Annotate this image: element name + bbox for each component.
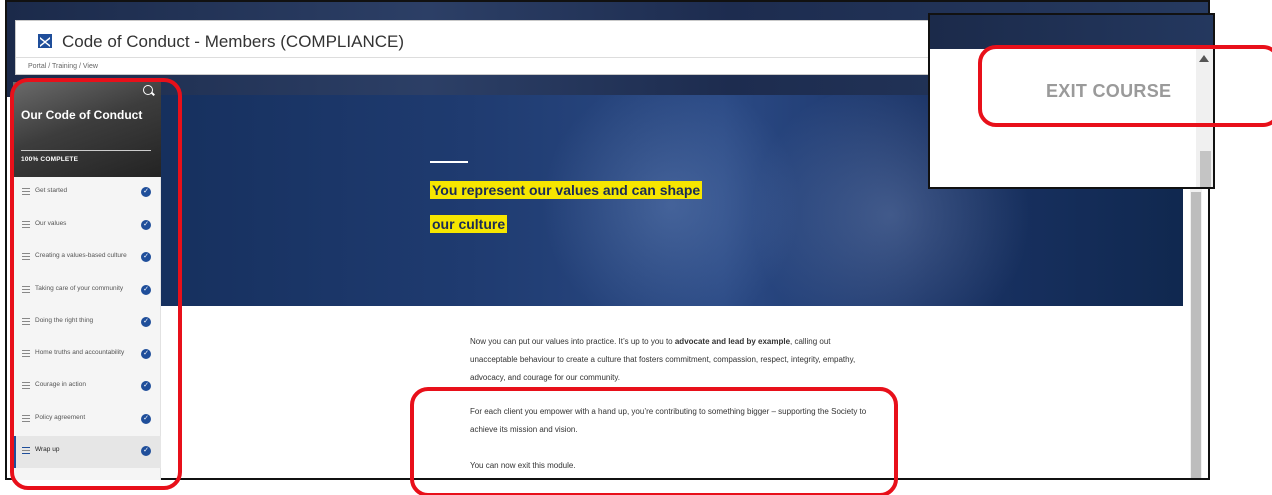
paragraph-emphasis: advocate and lead by example bbox=[674, 337, 791, 346]
inset-scrollbar-thumb[interactable] bbox=[1200, 151, 1211, 187]
hero-accent-line bbox=[430, 161, 468, 163]
title-bar: Code of Conduct - Members (COMPLIANCE) P… bbox=[15, 20, 1015, 75]
body-paragraph-1: Now you can put our values into practice… bbox=[470, 333, 880, 387]
paragraph-text: Now you can put our values into practice… bbox=[470, 337, 675, 346]
title-divider bbox=[16, 57, 1014, 58]
app-logo-icon bbox=[38, 34, 52, 48]
annotation-highlight-sidebar bbox=[10, 78, 182, 490]
hero-heading-line2: our culture bbox=[430, 215, 508, 233]
screenshot-stage: Code of Conduct - Members (COMPLIANCE) P… bbox=[0, 0, 1272, 495]
inset-header-background bbox=[930, 15, 1213, 49]
app-title: Code of Conduct - Members (COMPLIANCE) bbox=[62, 32, 404, 51]
page-scrollbar-thumb[interactable] bbox=[1191, 192, 1201, 478]
breadcrumb[interactable]: Portal / Training / View bbox=[28, 63, 98, 70]
annotation-highlight-exit bbox=[978, 45, 1272, 127]
hero-heading-line1: You represent our values and can shape bbox=[430, 181, 703, 199]
annotation-highlight-paragraph bbox=[410, 387, 898, 495]
